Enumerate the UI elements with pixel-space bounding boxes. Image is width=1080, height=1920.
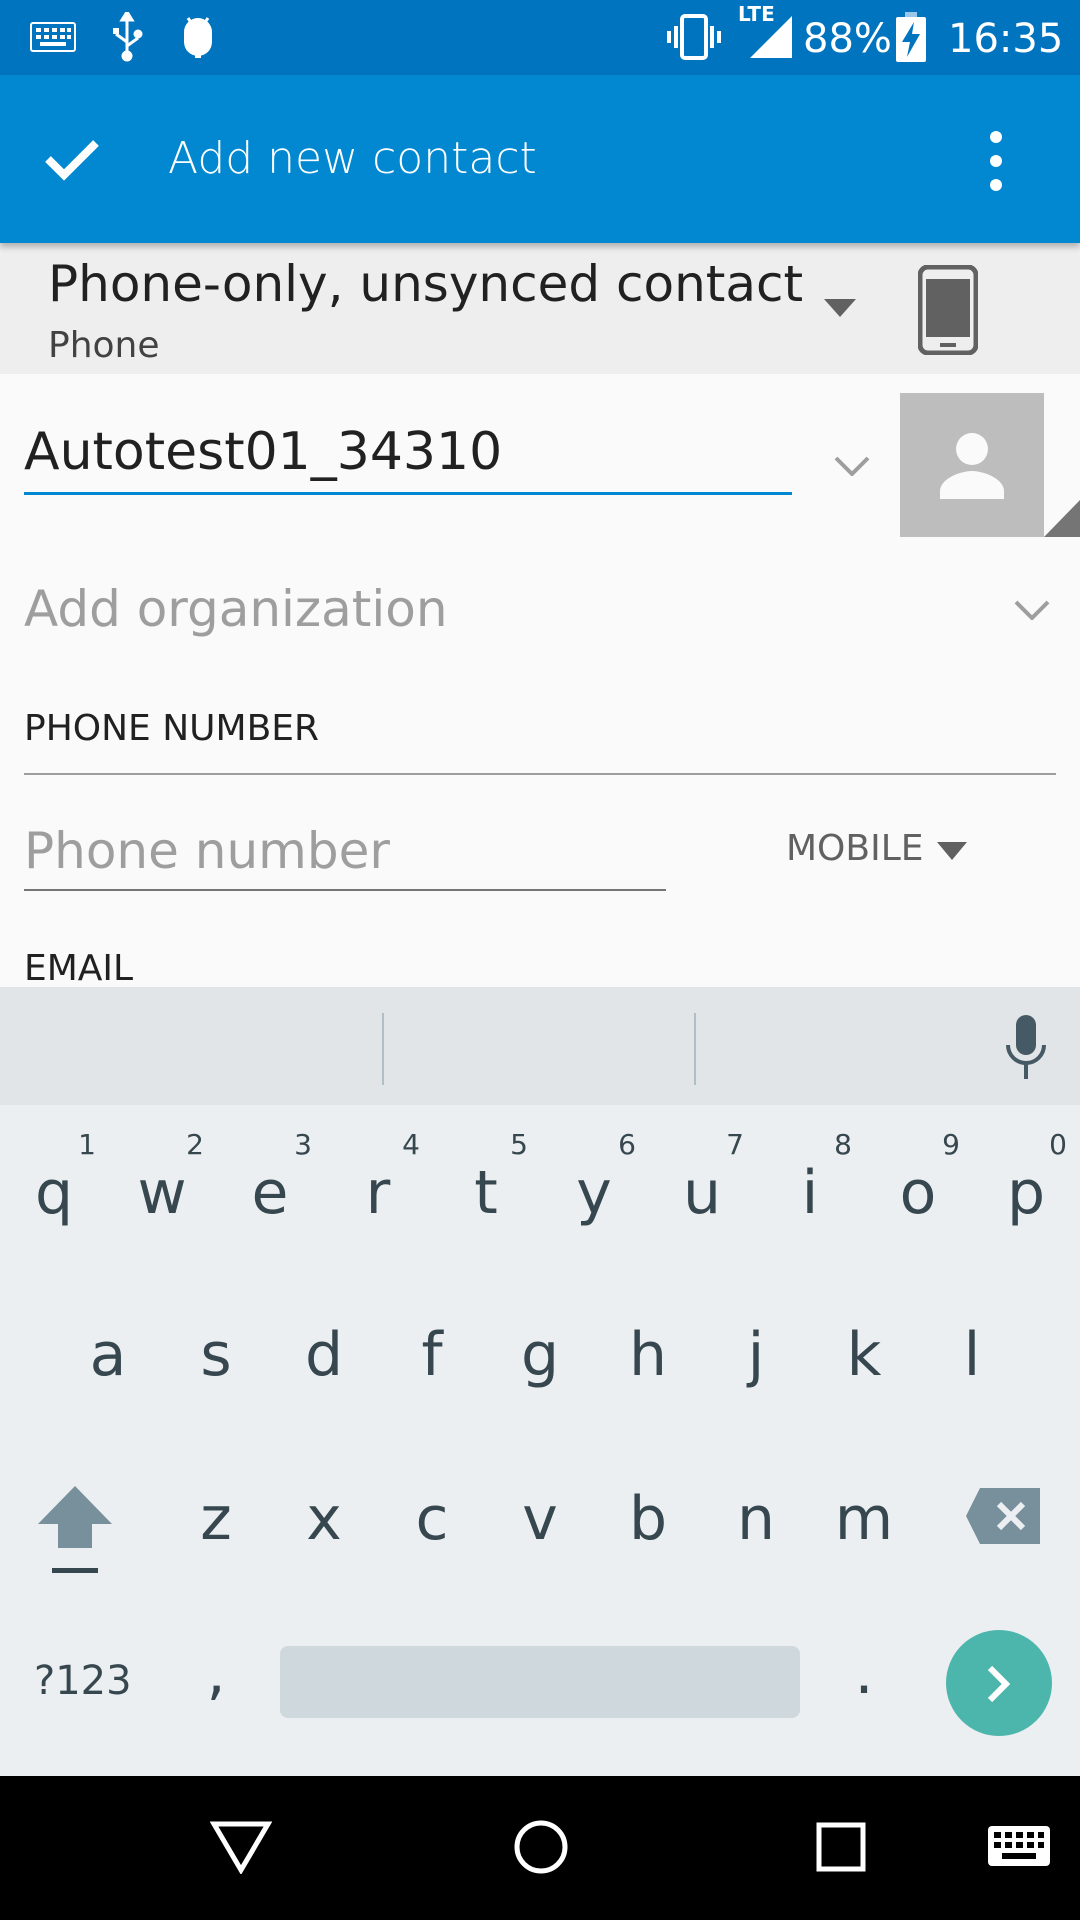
add-organization[interactable]: Add organization bbox=[24, 580, 448, 638]
key-hint: 5 bbox=[510, 1128, 528, 1161]
key-z[interactable]: z bbox=[162, 1484, 270, 1554]
microphone-icon[interactable] bbox=[1004, 1015, 1048, 1081]
key-i[interactable]: i bbox=[756, 1158, 864, 1228]
shift-icon[interactable] bbox=[38, 1486, 112, 1576]
key-q[interactable]: q bbox=[0, 1158, 108, 1228]
account-selector[interactable]: Phone-only, unsynced contact Phone bbox=[0, 243, 1080, 374]
home-icon[interactable] bbox=[514, 1820, 568, 1874]
key-r[interactable]: r bbox=[324, 1158, 432, 1228]
keyboard-icon bbox=[30, 22, 76, 52]
key-g[interactable]: g bbox=[486, 1320, 594, 1390]
key-hint: 7 bbox=[726, 1128, 744, 1161]
phone-type-dropdown[interactable]: MOBILE bbox=[786, 828, 967, 876]
key-hint: 6 bbox=[618, 1128, 636, 1161]
phone-number-underline bbox=[24, 889, 666, 891]
signal-icon bbox=[750, 16, 792, 58]
key-hint: 3 bbox=[294, 1128, 312, 1161]
phone-device-icon bbox=[918, 265, 978, 355]
key-b[interactable]: b bbox=[594, 1484, 702, 1554]
key-e[interactable]: e bbox=[216, 1158, 324, 1228]
expand-name-icon[interactable] bbox=[834, 456, 870, 476]
chevron-right-icon bbox=[987, 1665, 1011, 1703]
recents-icon[interactable] bbox=[816, 1822, 866, 1872]
phone-type-arrow-icon bbox=[936, 842, 967, 860]
key-l[interactable]: l bbox=[918, 1320, 1026, 1390]
phone-section-header: PHONE NUMBER bbox=[24, 708, 320, 749]
navigation-bar bbox=[0, 1776, 1080, 1920]
key-t[interactable]: t bbox=[432, 1158, 540, 1228]
period-key[interactable]: . bbox=[810, 1638, 918, 1708]
key-d[interactable]: d bbox=[270, 1320, 378, 1390]
name-field[interactable]: Autotest01_34310 bbox=[24, 422, 502, 482]
key-c[interactable]: c bbox=[378, 1484, 486, 1554]
key-w[interactable]: w bbox=[108, 1158, 216, 1228]
status-bar: LTE 88% 16:35 bbox=[0, 0, 1080, 75]
key-f[interactable]: f bbox=[378, 1320, 486, 1390]
page-title: Add new contact bbox=[168, 133, 537, 184]
key-s[interactable]: s bbox=[162, 1320, 270, 1390]
dropdown-arrow-icon bbox=[824, 299, 856, 317]
battery-percent: 88% bbox=[803, 16, 892, 62]
key-h[interactable]: h bbox=[594, 1320, 702, 1390]
key-x[interactable]: x bbox=[270, 1484, 378, 1554]
key-v[interactable]: v bbox=[486, 1484, 594, 1554]
key-o[interactable]: o bbox=[864, 1158, 972, 1228]
phone-section-divider bbox=[24, 773, 1056, 775]
keyboard-row-4: ?123 , . bbox=[0, 1620, 1080, 1760]
key-a[interactable]: a bbox=[54, 1320, 162, 1390]
account-name: Phone-only, unsynced contact bbox=[48, 255, 804, 313]
account-type: Phone bbox=[48, 325, 160, 366]
key-hint: 2 bbox=[186, 1128, 204, 1161]
android-debug-icon bbox=[184, 17, 212, 58]
suggestion-strip bbox=[0, 987, 1080, 1105]
key-hint: 8 bbox=[834, 1128, 852, 1161]
overflow-menu-icon[interactable] bbox=[984, 129, 1008, 193]
name-field-underline bbox=[24, 492, 792, 495]
suggestion-divider bbox=[382, 1013, 384, 1085]
key-p[interactable]: p bbox=[972, 1158, 1080, 1228]
check-icon[interactable] bbox=[44, 137, 100, 181]
key-m[interactable]: m bbox=[810, 1484, 918, 1554]
keyboard-row-2: a s d f g h j k l bbox=[0, 1290, 1080, 1430]
email-section-header: EMAIL bbox=[24, 948, 134, 989]
contact-photo[interactable] bbox=[900, 393, 1044, 537]
key-k[interactable]: k bbox=[810, 1320, 918, 1390]
photo-corner-icon bbox=[1044, 500, 1080, 537]
key-hint: 4 bbox=[402, 1128, 420, 1161]
symbols-key[interactable]: ?123 bbox=[34, 1658, 132, 1704]
person-icon bbox=[940, 433, 1004, 499]
key-hint: 9 bbox=[942, 1128, 960, 1161]
key-n[interactable]: n bbox=[702, 1484, 810, 1554]
app-bar: Add new contact bbox=[0, 75, 1080, 243]
backspace-icon[interactable] bbox=[966, 1488, 1040, 1544]
keyboard-row-3: z x c v b n m bbox=[0, 1456, 1080, 1596]
phone-number-input[interactable]: Phone number bbox=[24, 822, 390, 880]
keyboard-switch-icon[interactable] bbox=[988, 1826, 1050, 1870]
space-key[interactable] bbox=[280, 1646, 800, 1718]
usb-icon bbox=[113, 12, 143, 62]
next-button[interactable] bbox=[946, 1630, 1052, 1736]
vibrate-icon bbox=[667, 14, 721, 60]
comma-key[interactable]: , bbox=[162, 1638, 270, 1708]
key-hint: 0 bbox=[1049, 1128, 1067, 1161]
back-icon[interactable] bbox=[210, 1820, 272, 1874]
phone-type-label: MOBILE bbox=[786, 828, 924, 869]
keyboard-row-1: q w e r t y u i o p 1 2 3 4 5 6 7 8 9 0 bbox=[0, 1120, 1080, 1260]
expand-organization-icon[interactable] bbox=[1014, 600, 1050, 620]
key-y[interactable]: y bbox=[540, 1158, 648, 1228]
key-hint: 1 bbox=[78, 1128, 96, 1161]
key-j[interactable]: j bbox=[702, 1320, 810, 1390]
clock: 16:35 bbox=[948, 16, 1064, 62]
suggestion-divider bbox=[694, 1013, 696, 1085]
key-u[interactable]: u bbox=[648, 1158, 756, 1228]
battery-charging-icon bbox=[896, 12, 926, 62]
